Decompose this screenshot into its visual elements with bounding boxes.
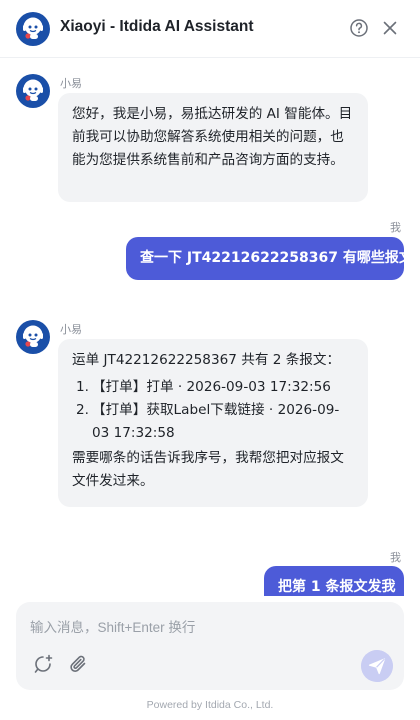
assistant-message-bubble: 您好，我是小易，易抵达研发的 AI 智能体。目前我可以协助您解答系统使用相关的问… xyxy=(58,93,368,202)
list-item-text: 【打单】获取Label下载链接 · 2026-09-03 17:32:58 xyxy=(92,402,340,441)
user-message-bubble: 把第 1 条报文发我 xyxy=(264,566,404,596)
chat-header: Xiaoyi - Itdida AI Assistant xyxy=(0,0,420,58)
user-message-bubble: 查一下 JT42212622258367 有哪些报文 xyxy=(126,237,413,280)
new-chat-icon[interactable] xyxy=(32,653,54,675)
paperclip-icon[interactable] xyxy=(68,653,90,675)
assistant-avatar-icon xyxy=(16,74,50,108)
list-item-number: 2. xyxy=(76,402,89,418)
help-icon[interactable] xyxy=(349,18,369,38)
page-title: Xiaoyi - Itdida AI Assistant xyxy=(60,18,254,35)
message-list-items: 1. 【打单】打单 · 2026-09-03 17:32:56 2. 【打单】获… xyxy=(72,376,356,445)
user-sender-name: 我 xyxy=(390,552,401,564)
close-icon[interactable] xyxy=(380,18,400,38)
message-intro: 运单 JT42212622258367 共有 2 条报文： xyxy=(72,352,341,368)
message-outro: 需要哪条的话告诉我序号，我帮您把对应报文文件发过来。 xyxy=(72,450,344,489)
assistant-message-bubble: 运单 JT42212622258367 共有 2 条报文： 1. 【打单】打单 … xyxy=(58,339,368,507)
powered-by-footer: Powered by Itdida Co., Ltd. xyxy=(146,699,274,711)
message-list[interactable]: 小易 您好，我是小易，易抵达研发的 AI 智能体。目前我可以协助您解答系统使用相… xyxy=(0,58,420,596)
assistant-sender-name: 小易 xyxy=(60,78,82,90)
list-item: 2. 【打单】获取Label下载链接 · 2026-09-03 17:32:58 xyxy=(72,399,356,445)
assistant-avatar-icon xyxy=(16,320,50,354)
list-item-text: 【打单】打单 · 2026-09-03 17:32:56 xyxy=(92,379,331,395)
robot-avatar-icon xyxy=(16,12,50,46)
list-item-number: 1. xyxy=(76,379,89,395)
user-sender-name: 我 xyxy=(390,222,401,234)
send-icon[interactable] xyxy=(361,650,393,682)
assistant-sender-name: 小易 xyxy=(60,324,82,336)
message-input[interactable] xyxy=(30,616,390,638)
message-composer xyxy=(16,602,404,690)
list-item: 1. 【打单】打单 · 2026-09-03 17:32:56 xyxy=(72,376,356,399)
